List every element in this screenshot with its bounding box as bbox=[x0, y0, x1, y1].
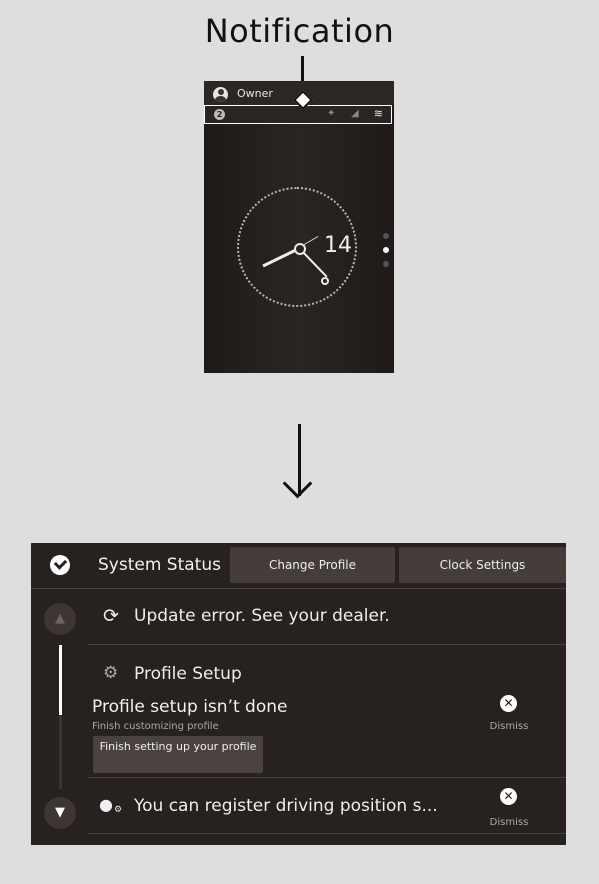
scroll-up-button[interactable]: ▲ bbox=[44, 603, 76, 635]
system-status-screen: System Status Change Profile Clock Setti… bbox=[31, 543, 566, 845]
gear-icon: ⚙ bbox=[103, 663, 119, 683]
finish-setup-button[interactable]: Finish setting up your profile bbox=[93, 736, 263, 773]
page-indicator bbox=[383, 233, 389, 275]
profile-setup-title: Profile Setup bbox=[134, 664, 242, 684]
signal-icon: ◢ bbox=[351, 108, 359, 119]
clock-settings-button[interactable]: Clock Settings bbox=[399, 547, 566, 583]
update-error-text: Update error. See your dealer. bbox=[134, 606, 390, 626]
check-icon bbox=[50, 555, 70, 575]
scrollbar-thumb[interactable] bbox=[59, 645, 62, 715]
divider bbox=[88, 644, 566, 645]
page-dot bbox=[383, 233, 389, 239]
wifi-icon: ≋ bbox=[373, 107, 383, 120]
notification-count-badge: 2 bbox=[214, 109, 225, 120]
clock-center bbox=[294, 243, 306, 255]
status-header: System Status Change Profile Clock Setti… bbox=[31, 543, 566, 589]
satellite-icon: ✦ bbox=[327, 108, 336, 119]
avatar-icon[interactable] bbox=[213, 87, 228, 102]
scroll-down-button[interactable]: ▼ bbox=[44, 797, 76, 829]
clock-hand-tip bbox=[321, 277, 329, 285]
driving-position-text: You can register driving position s... bbox=[134, 796, 438, 816]
divider bbox=[88, 833, 566, 834]
page-title: System Status bbox=[98, 555, 221, 575]
profile-setup-subtext: Finish customizing profile bbox=[92, 721, 219, 732]
clock-day: 14 bbox=[324, 233, 352, 258]
dismiss-profile-icon[interactable]: ✕ bbox=[500, 695, 517, 712]
notification-bar[interactable]: 2 ✦ ◢ ≋ bbox=[204, 105, 392, 124]
user-settings-icon: ⚙ bbox=[114, 805, 123, 815]
dismiss-profile-label[interactable]: Dismiss bbox=[479, 721, 539, 732]
phone-screen: Owner 2 ✦ ◢ ≋ 14 bbox=[204, 81, 394, 373]
page-dot-active bbox=[383, 247, 389, 253]
down-arrow-icon bbox=[282, 468, 313, 499]
profile-setup-heading: Profile setup isn’t done bbox=[92, 697, 288, 717]
dismiss-driving-label[interactable]: Dismiss bbox=[479, 817, 539, 828]
change-profile-button[interactable]: Change Profile bbox=[230, 547, 395, 583]
dismiss-driving-icon[interactable]: ✕ bbox=[500, 788, 517, 805]
refresh-icon: ⟳ bbox=[103, 605, 119, 627]
page-heading: Notification bbox=[204, 12, 395, 50]
user-icon: ● bbox=[99, 795, 113, 814]
page-dot bbox=[383, 261, 389, 267]
owner-label[interactable]: Owner bbox=[237, 87, 273, 100]
divider bbox=[88, 777, 566, 778]
